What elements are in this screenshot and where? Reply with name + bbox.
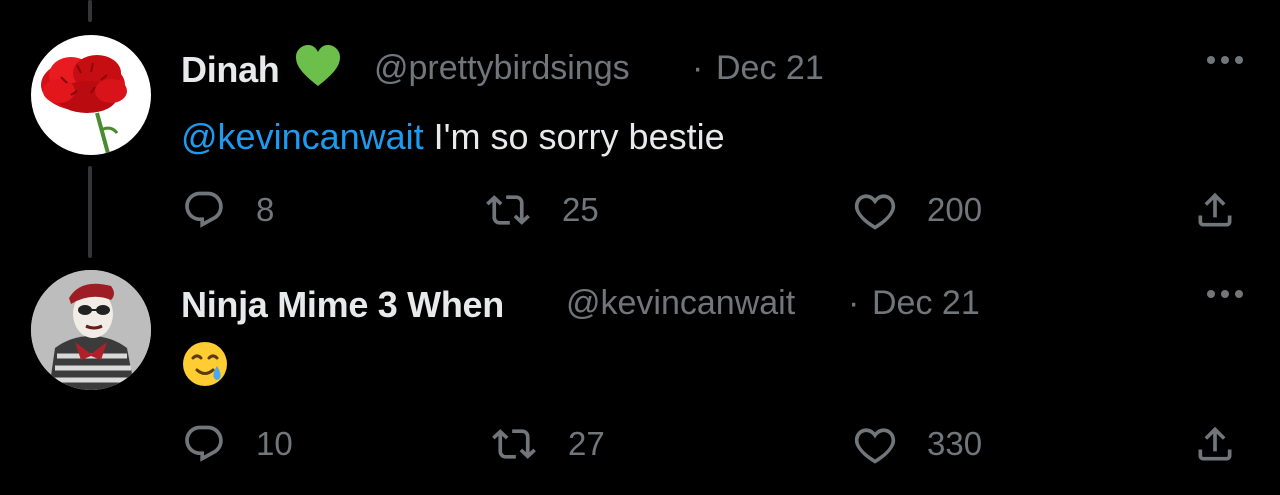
tweet[interactable]: Dinah @prettybirdsings · Dec 21 @kevinca… (0, 0, 1280, 250)
like-count: 200 (927, 191, 983, 228)
share-icon (1198, 192, 1232, 227)
tweet-date[interactable]: Dec 21 (872, 284, 980, 323)
retweet-icon (486, 195, 530, 225)
tweet[interactable]: Ninja Mime 3 When @kevincanwait · Dec 21… (0, 250, 1280, 495)
mention-link[interactable]: @kevincanwait (181, 116, 424, 157)
red-carnation-icon (31, 35, 151, 155)
avatar[interactable] (31, 270, 151, 390)
share-button[interactable] (1193, 188, 1237, 232)
retweet-count: 25 (562, 191, 599, 228)
retweet-count: 27 (568, 425, 605, 462)
green-heart-icon (296, 45, 340, 86)
user-handle[interactable]: @prettybirdsings (374, 49, 630, 88)
retweet-button[interactable]: 27 (492, 422, 605, 466)
display-name[interactable]: Dinah (181, 49, 280, 91)
like-heart-icon (854, 194, 896, 230)
retweet-icon (492, 429, 536, 459)
reply-count: 10 (256, 425, 293, 462)
reply-button[interactable]: 10 (182, 422, 293, 466)
tweet-body: I'm so sorry bestie (423, 116, 725, 157)
mime-portrait-icon (31, 270, 151, 390)
display-name[interactable]: Ninja Mime 3 When (181, 284, 504, 326)
avatar[interactable] (31, 35, 151, 155)
smiling-face-with-tear-icon (183, 342, 227, 386)
like-button[interactable]: 330 (853, 422, 982, 466)
reply-button[interactable]: 8 (182, 188, 274, 232)
retweet-button[interactable]: 25 (486, 188, 599, 232)
share-button[interactable] (1193, 422, 1237, 466)
like-button[interactable]: 200 (853, 188, 982, 232)
more-options-icon[interactable] (1205, 288, 1245, 300)
reply-icon (185, 425, 223, 462)
tweet-text: @kevincanwait I'm so sorry bestie (181, 116, 725, 158)
reply-icon (185, 191, 223, 228)
share-icon (1198, 426, 1232, 461)
separator-dot: · (692, 49, 704, 87)
more-options-icon[interactable] (1205, 54, 1245, 66)
like-count: 330 (927, 425, 983, 462)
reply-count: 8 (256, 191, 275, 228)
tweet-date[interactable]: Dec 21 (716, 49, 824, 88)
user-handle[interactable]: @kevincanwait (566, 284, 795, 323)
separator-dot: · (848, 284, 860, 322)
like-heart-icon (854, 428, 896, 464)
